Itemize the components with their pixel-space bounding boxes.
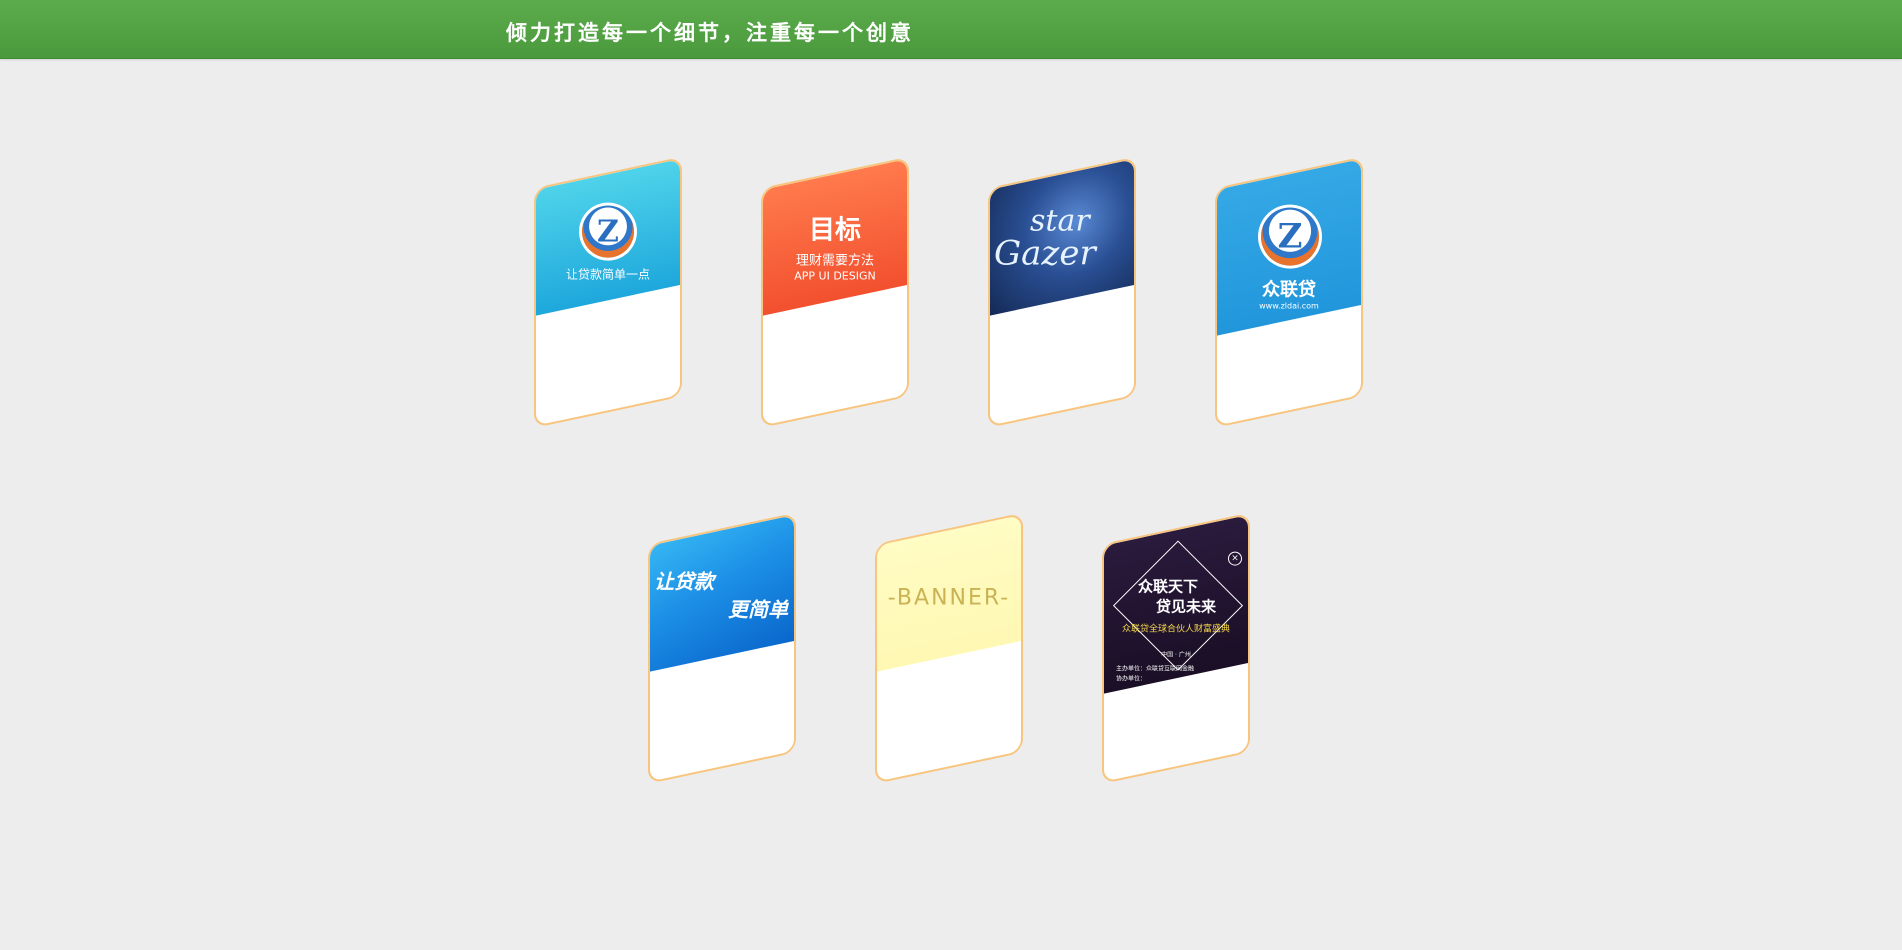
slogan-text: 倾力打造每一个细节，注重每一个创意 — [506, 21, 914, 45]
card-line-1: 让贷款 — [654, 569, 714, 594]
card-url: www.zldai.com — [1259, 301, 1319, 311]
card-line-1: 众联天下 — [1137, 577, 1198, 596]
card-banner-image: × 众联天下 贷见未来 众联贷全球合伙人财富盛典 中国 · 广州 主办单位：众联… — [1104, 514, 1248, 694]
card-banner-image: 让贷款 更简单 — [650, 514, 794, 672]
card-word-gazer: Gazer — [994, 233, 1096, 274]
card-loan-simpler[interactable]: 让贷款 更简单 — [648, 512, 796, 784]
close-icon[interactable]: × — [1228, 551, 1242, 566]
zhonglian-logo-icon: Z — [1261, 207, 1319, 266]
card-title: 目标 — [808, 215, 861, 246]
card-stargazer[interactable]: star Gazer — [988, 156, 1136, 428]
card-banner-image: star Gazer — [990, 158, 1134, 316]
card-banner-image: 目标 理财需要方法 APP UI DESIGN — [763, 158, 907, 316]
card-banner-image: Z 让贷款简单一点 — [536, 158, 680, 316]
card-subtitle: 理财需要方法 — [795, 253, 874, 269]
card-zhonglian[interactable]: Z 众联贷 www.zldai.com — [1215, 156, 1363, 428]
card-banner-label: -BANNER- — [887, 585, 1011, 611]
card-line-3: 众联贷全球合伙人财富盛典 — [1121, 624, 1230, 635]
zhonglian-logo-icon: Z — [582, 205, 634, 258]
card-tagline: 让贷款简单一点 — [565, 267, 650, 282]
card-banner-image: -BANNER- — [877, 514, 1021, 672]
card-goal[interactable]: 目标 理财需要方法 APP UI DESIGN — [761, 156, 909, 428]
card-title: 众联贷 — [1262, 279, 1316, 301]
card-line-4: 中国 · 广州 — [1161, 651, 1191, 659]
card-event[interactable]: × 众联天下 贷见未来 众联贷全球合伙人财富盛典 中国 · 广州 主办单位：众联… — [1102, 512, 1250, 784]
card-banner-image: Z 众联贷 www.zldai.com — [1217, 158, 1361, 336]
top-banner-bar: 倾力打造每一个细节，注重每一个创意 — [0, 0, 1902, 59]
card-line-5: 主办单位：众联贷互联网金融 — [1116, 665, 1195, 673]
card-line-2: 更简单 — [728, 597, 788, 622]
card-line-6: 协办单位： — [1116, 675, 1147, 683]
card-banner-placeholder[interactable]: -BANNER- — [875, 512, 1023, 784]
card-caption: APP UI DESIGN — [794, 269, 876, 283]
card-line-2: 贷见未来 — [1155, 597, 1216, 616]
card-loan-simple[interactable]: Z 让贷款简单一点 — [534, 156, 682, 428]
